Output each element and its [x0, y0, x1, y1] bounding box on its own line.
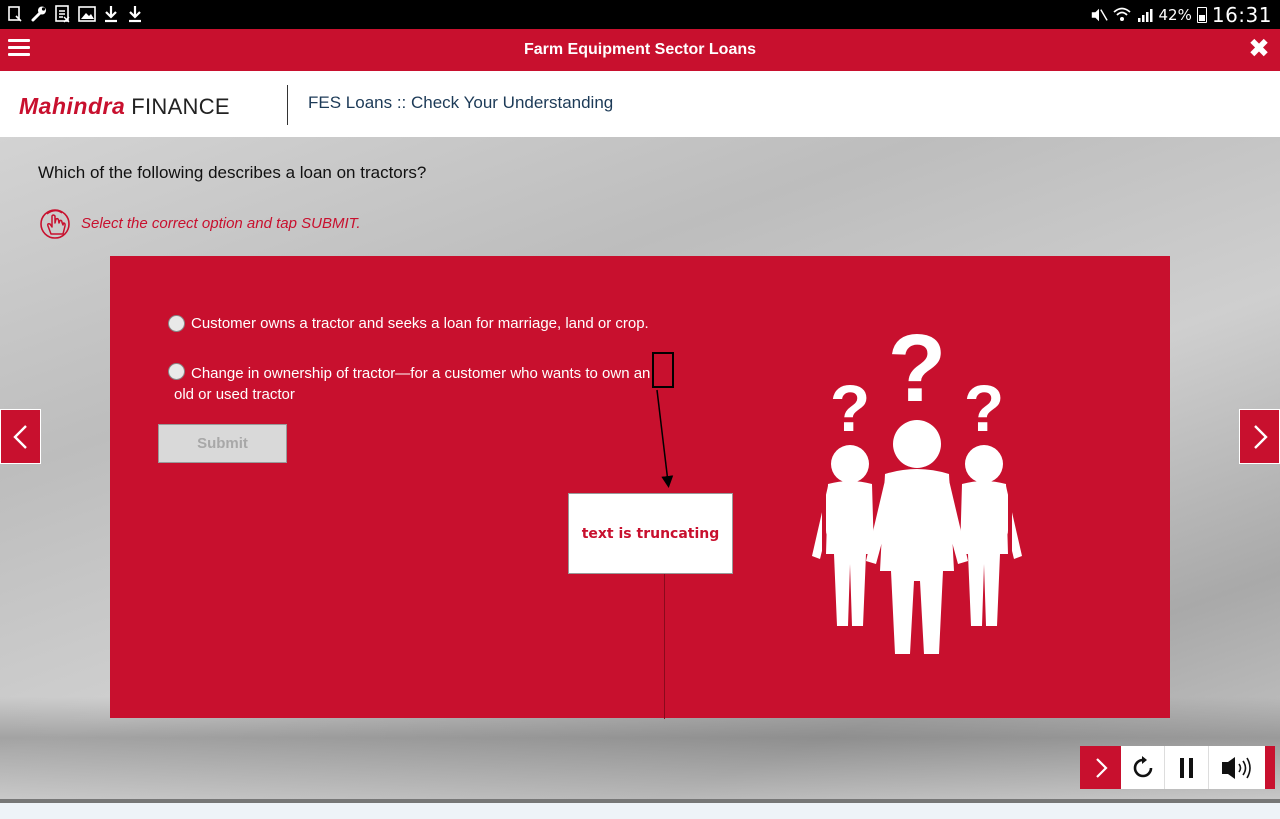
- file-icon: [6, 4, 24, 24]
- option-label: Change in ownership of tractor—for a cus…: [174, 363, 651, 405]
- question-text: Which of the following describes a loan …: [38, 163, 427, 182]
- previous-slide-button[interactable]: [0, 409, 41, 464]
- download-icon: [126, 4, 144, 24]
- svg-text:?: ?: [964, 371, 1004, 445]
- people-with-question-marks-illustration: ? ? ?: [812, 326, 1022, 654]
- svg-text:?: ?: [888, 326, 947, 422]
- header-divider: [287, 85, 288, 125]
- signal-icon: [1136, 5, 1154, 25]
- next-button[interactable]: [1080, 746, 1121, 789]
- logo-word: FINANCE: [131, 94, 230, 119]
- mahindra-finance-logo: Mahindra FINANCE: [19, 93, 230, 119]
- hand-tap-icon: [38, 207, 72, 241]
- option-label-line-2: old or used tractor: [174, 386, 295, 403]
- svg-text:?: ?: [830, 371, 870, 445]
- bottom-strip: [0, 799, 1280, 819]
- annotation-note: text is truncating: [568, 493, 733, 574]
- notification-icons: [6, 4, 144, 24]
- playback-controls: [1080, 746, 1275, 789]
- truncation-highlight-box: [652, 352, 674, 388]
- system-indicators: 42% 16:31: [1090, 2, 1272, 28]
- volume-icon: [1222, 756, 1251, 779]
- chevron-left-icon: [12, 424, 27, 449]
- radio-button[interactable]: [168, 315, 185, 332]
- answer-option-1[interactable]: Customer owns a tractor and seeks a loan…: [168, 315, 649, 332]
- pause-icon: [1179, 757, 1193, 778]
- course-header: Mahindra FINANCE FES Loans :: Check Your…: [0, 71, 1280, 137]
- download-icon: [102, 4, 120, 24]
- submit-button[interactable]: Submit: [158, 424, 287, 463]
- replay-button[interactable]: [1121, 746, 1165, 789]
- radio-button[interactable]: [168, 363, 185, 380]
- chevron-right-icon: [1253, 424, 1268, 449]
- chevron-right-icon: [1095, 757, 1108, 778]
- annotation-guide-line: [664, 574, 665, 719]
- pause-button[interactable]: [1165, 746, 1209, 789]
- audio-button[interactable]: [1209, 746, 1265, 789]
- battery-icon: [1196, 7, 1207, 23]
- option-label-line-1: Change in ownership of tractor—for a cus…: [191, 365, 651, 382]
- clock: 16:31: [1211, 3, 1272, 27]
- question-panel: Customer owns a tractor and seeks a loan…: [110, 256, 1170, 718]
- mute-icon: [1090, 5, 1108, 25]
- wifi-icon: [1112, 5, 1131, 25]
- replay-icon: [1133, 755, 1152, 777]
- wrench-icon: [30, 4, 48, 24]
- course-title: FES Loans :: Check Your Understanding: [308, 93, 614, 112]
- app-title: Farm Equipment Sector Loans: [523, 41, 757, 58]
- logo-brand: Mahindra: [19, 93, 126, 119]
- option-label: Customer owns a tractor and seeks a loan…: [191, 315, 649, 332]
- answer-option-2[interactable]: Change in ownership of tractor—for a cus…: [168, 363, 688, 405]
- instruction-text: Select the correct option and tap SUBMIT…: [81, 215, 361, 232]
- next-slide-button[interactable]: [1239, 409, 1280, 464]
- image-icon: [78, 4, 96, 24]
- battery-percent: 42%: [1158, 6, 1192, 24]
- app-title-bar: Farm Equipment Sector Loans ✖: [0, 29, 1280, 71]
- quiz-content-area: Which of the following describes a loan …: [0, 137, 1280, 799]
- android-status-bar: 42% 16:31: [0, 0, 1280, 29]
- close-icon[interactable]: ✖: [1248, 35, 1270, 63]
- document-icon: [54, 4, 72, 24]
